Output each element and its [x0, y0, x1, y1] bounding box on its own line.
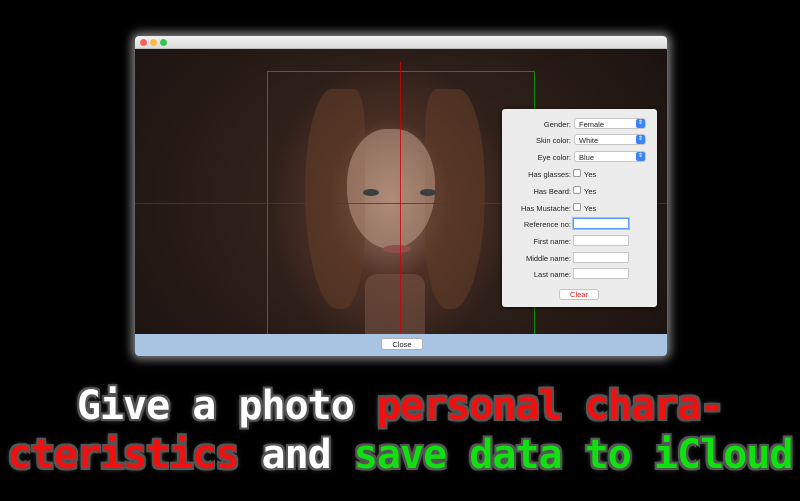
skin-color-label: Skin color: — [535, 136, 571, 145]
bottom-bar: Close — [135, 334, 667, 356]
caption-text: Give a photo — [76, 383, 377, 429]
portrait-photo: Gender: Female ⇕ Skin color: White ⇕ Eye… — [135, 49, 667, 347]
middle-name-label: Middle name: — [525, 254, 571, 263]
skin-color-value: White — [579, 136, 599, 145]
has-mustache-label: Has Mustache: — [520, 204, 571, 213]
first-name-row: First name: — [502, 235, 657, 247]
gender-row: Gender: Female ⇕ — [502, 118, 657, 130]
has-beard-label: Has Beard: — [533, 187, 571, 196]
close-window-button[interactable] — [140, 39, 147, 46]
caption-highlight-green: save data to iCloud — [353, 432, 794, 478]
reference-no-row: Reference no: — [502, 218, 657, 230]
face-guide-box — [267, 71, 535, 339]
vertical-guide-line — [400, 62, 401, 347]
last-name-field[interactable] — [573, 268, 629, 279]
has-glasses-checkbox[interactable] — [573, 169, 581, 177]
eye-color-value: Blue — [579, 153, 595, 162]
title-bar — [135, 36, 667, 49]
characteristics-panel: Gender: Female ⇕ Skin color: White ⇕ Eye… — [502, 109, 657, 307]
skin-color-select[interactable]: White ⇕ — [574, 134, 646, 145]
chevron-updown-icon: ⇕ — [636, 152, 645, 161]
last-name-row: Last name: — [502, 268, 657, 280]
reference-no-field[interactable] — [573, 218, 629, 229]
has-glasses-option: Yes — [584, 170, 597, 179]
zoom-window-button[interactable] — [160, 39, 167, 46]
eye-color-select[interactable]: Blue ⇕ — [574, 151, 646, 162]
gender-value: Female — [579, 120, 605, 129]
caption-line-1: Give a photo personal chara- — [0, 383, 800, 429]
first-name-label: First name: — [533, 237, 571, 246]
first-name-field[interactable] — [573, 235, 629, 246]
has-beard-row: Has Beard: Yes — [502, 185, 657, 197]
chevron-updown-icon: ⇕ — [636, 119, 645, 128]
has-mustache-row: Has Mustache: Yes — [502, 202, 657, 214]
gender-select[interactable]: Female ⇕ — [574, 118, 646, 129]
close-button[interactable]: Close — [381, 338, 423, 350]
reference-no-label: Reference no: — [523, 220, 571, 229]
app-window: Gender: Female ⇕ Skin color: White ⇕ Eye… — [135, 36, 667, 356]
clear-button[interactable]: Clear — [559, 289, 599, 300]
caption-text: and — [238, 432, 354, 478]
gender-label: Gender: — [543, 120, 571, 129]
middle-name-row: Middle name: — [502, 252, 657, 264]
middle-name-field[interactable] — [573, 252, 629, 263]
chevron-updown-icon: ⇕ — [636, 135, 645, 144]
last-name-label: Last name: — [533, 270, 571, 279]
has-glasses-row: Has glasses: Yes — [502, 168, 657, 180]
eye-color-row: Eye color: Blue ⇕ — [502, 151, 657, 163]
caption-highlight-red: personal chara- — [376, 383, 724, 429]
minimize-window-button[interactable] — [150, 39, 157, 46]
has-beard-checkbox[interactable] — [573, 186, 581, 194]
has-mustache-checkbox[interactable] — [573, 203, 581, 211]
has-mustache-option: Yes — [584, 204, 597, 213]
has-glasses-label: Has glasses: — [528, 170, 571, 179]
has-beard-option: Yes — [584, 187, 597, 196]
eye-color-label: Eye color: — [537, 153, 571, 162]
caption-line-2: cteristics and save data to iCloud — [0, 432, 800, 478]
caption-highlight-red: cteristics — [7, 432, 240, 478]
skin-color-row: Skin color: White ⇕ — [502, 134, 657, 146]
